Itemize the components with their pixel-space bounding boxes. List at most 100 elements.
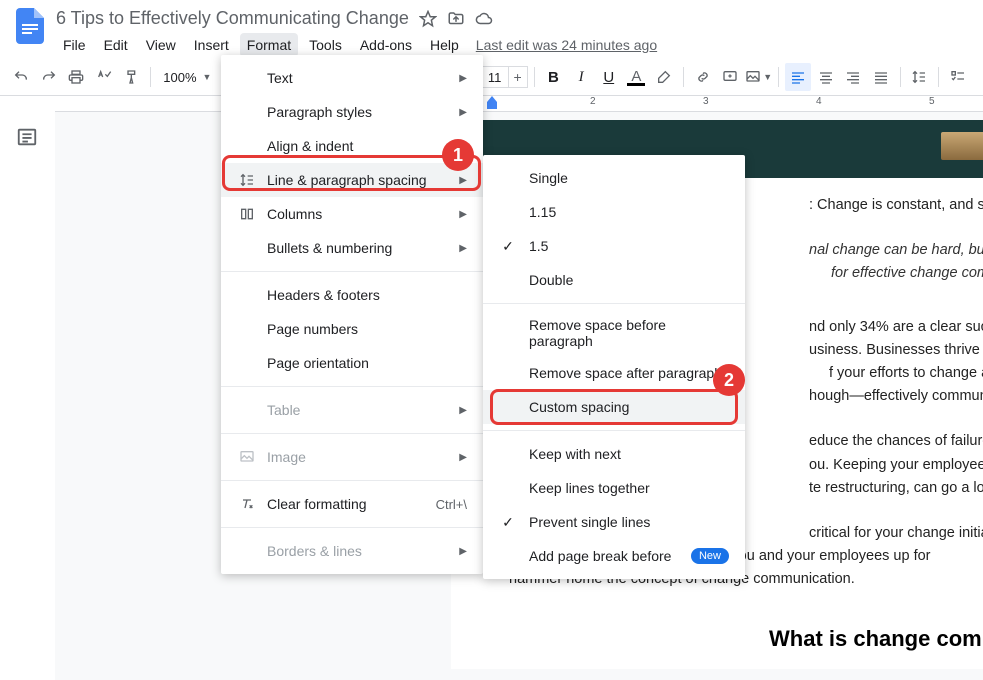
spacing-single[interactable]: Single (483, 161, 745, 195)
menu-item-headers-footers[interactable]: Headers & footers (221, 278, 483, 312)
menu-item-paragraph-styles[interactable]: Paragraph styles▶ (221, 95, 483, 129)
body-text: usiness. Businesses thrive when (809, 339, 983, 362)
body-text: educe the chances of failure. Th (809, 430, 983, 453)
spacing-page-break-before[interactable]: Add page break beforeNew (483, 539, 745, 573)
separator (938, 67, 939, 87)
title-area: 6 Tips to Effectively Communicating Chan… (56, 8, 971, 57)
insert-image-button[interactable]: ▼ (745, 63, 772, 91)
menu-item-text[interactable]: Text▶ (221, 61, 483, 95)
spacing-prevent-single[interactable]: ✓Prevent single lines (483, 505, 745, 539)
body-text: hough—effectively communicat (809, 385, 983, 408)
underline-button[interactable]: U (596, 63, 622, 91)
text-color-button[interactable]: A (624, 63, 650, 91)
menu-label: Table (267, 402, 300, 418)
divider (221, 271, 483, 272)
line-spacing-icon (237, 170, 257, 190)
menu-addons[interactable]: Add-ons (353, 33, 419, 57)
paint-format-button[interactable] (119, 63, 145, 91)
heading-2: What is change comm (769, 621, 983, 656)
menu-item-align-indent[interactable]: Align & indent▶ (221, 129, 483, 163)
menu-label: Columns (267, 206, 322, 222)
menu-label: Remove space before paragraph (529, 317, 729, 349)
menu-item-bullets-numbering[interactable]: Bullets & numbering▶ (221, 231, 483, 265)
undo-button[interactable] (8, 63, 34, 91)
menu-label: Bullets & numbering (267, 240, 392, 256)
ruler-indent-marker[interactable] (487, 96, 497, 110)
menu-label: Image (267, 449, 306, 465)
docs-logo-icon[interactable] (12, 8, 48, 44)
italic-button[interactable]: I (568, 63, 594, 91)
chevron-down-icon: ▼ (763, 72, 772, 82)
body-text: nd only 34% are a clear succes (809, 316, 983, 339)
divider (483, 430, 745, 431)
spellcheck-button[interactable] (91, 63, 117, 91)
separator (534, 67, 535, 87)
menu-label: Paragraph styles (267, 104, 372, 120)
document-outline-icon[interactable] (16, 126, 40, 150)
left-sidebar (0, 96, 55, 680)
menu-help[interactable]: Help (423, 33, 466, 57)
menu-label: Double (529, 272, 573, 288)
move-folder-icon[interactable] (447, 10, 465, 28)
body-text: critical for your change initiativ (809, 522, 983, 545)
menu-label: Clear formatting (267, 496, 367, 512)
menu-item-page-numbers[interactable]: Page numbers (221, 312, 483, 346)
spacing-15[interactable]: ✓1.5 (483, 229, 745, 263)
image-icon (237, 447, 257, 467)
insert-link-button[interactable] (690, 63, 716, 91)
bold-button[interactable]: B (541, 63, 567, 91)
menu-item-line-spacing[interactable]: Line & paragraph spacing ▶ (221, 163, 483, 197)
menu-tools[interactable]: Tools (302, 33, 349, 57)
print-button[interactable] (63, 63, 89, 91)
checklist-button[interactable] (945, 63, 971, 91)
menu-insert[interactable]: Insert (187, 33, 236, 57)
menu-item-page-orientation[interactable]: Page orientation (221, 346, 483, 380)
redo-button[interactable] (36, 63, 62, 91)
menu-label: Add page break before (529, 548, 671, 564)
ruler[interactable]: 2 3 4 5 (55, 96, 983, 112)
ruler-mark: 5 (929, 96, 935, 107)
add-comment-button[interactable] (718, 63, 744, 91)
divider (483, 303, 745, 304)
last-edit-link[interactable]: Last edit was 24 minutes ago (476, 37, 657, 53)
spacing-custom[interactable]: Custom spacing (483, 390, 745, 424)
line-spacing-button[interactable] (907, 63, 933, 91)
menu-label: Keep with next (529, 446, 621, 462)
menu-item-columns[interactable]: Columns▶ (221, 197, 483, 231)
divider (221, 433, 483, 434)
line-spacing-submenu: Single 1.15 ✓1.5 Double Remove space bef… (483, 155, 745, 579)
letter-a-icon: A (627, 68, 645, 86)
chevron-right-icon: ▶ (459, 452, 467, 463)
align-right-button[interactable] (840, 63, 866, 91)
chevron-down-icon: ▼ (203, 72, 212, 82)
font-size-plus[interactable]: + (508, 66, 528, 88)
spacing-remove-after[interactable]: Remove space after paragraph (483, 356, 745, 390)
menu-view[interactable]: View (139, 33, 183, 57)
chevron-right-icon: ▶ (459, 175, 467, 186)
spacing-115[interactable]: 1.15 (483, 195, 745, 229)
align-justify-button[interactable] (868, 63, 894, 91)
font-size-value[interactable]: 11 (481, 66, 509, 88)
menu-label: Page numbers (267, 321, 358, 337)
spacing-double[interactable]: Double (483, 263, 745, 297)
menu-item-clear-formatting[interactable]: Clear formattingCtrl+\ (221, 487, 483, 521)
menu-format[interactable]: Format (240, 33, 298, 57)
star-icon[interactable] (419, 10, 437, 28)
ruler-mark: 3 (703, 96, 709, 107)
spacing-keep-next[interactable]: Keep with next (483, 437, 745, 471)
separator (150, 67, 151, 87)
body-text: f your efforts to change and (829, 362, 983, 385)
highlight-color-button[interactable] (651, 63, 677, 91)
separator (683, 67, 684, 87)
zoom-select[interactable]: 100%▼ (157, 70, 217, 85)
align-center-button[interactable] (813, 63, 839, 91)
align-left-button[interactable] (785, 63, 811, 91)
chevron-right-icon: ▶ (459, 73, 467, 84)
document-title[interactable]: 6 Tips to Effectively Communicating Chan… (56, 8, 409, 29)
cloud-status-icon[interactable] (475, 10, 493, 28)
menu-file[interactable]: File (56, 33, 93, 57)
spacing-keep-lines[interactable]: Keep lines together (483, 471, 745, 505)
menu-edit[interactable]: Edit (97, 33, 135, 57)
spacing-remove-before[interactable]: Remove space before paragraph (483, 310, 745, 356)
menu-label: Line & paragraph spacing (267, 172, 427, 188)
